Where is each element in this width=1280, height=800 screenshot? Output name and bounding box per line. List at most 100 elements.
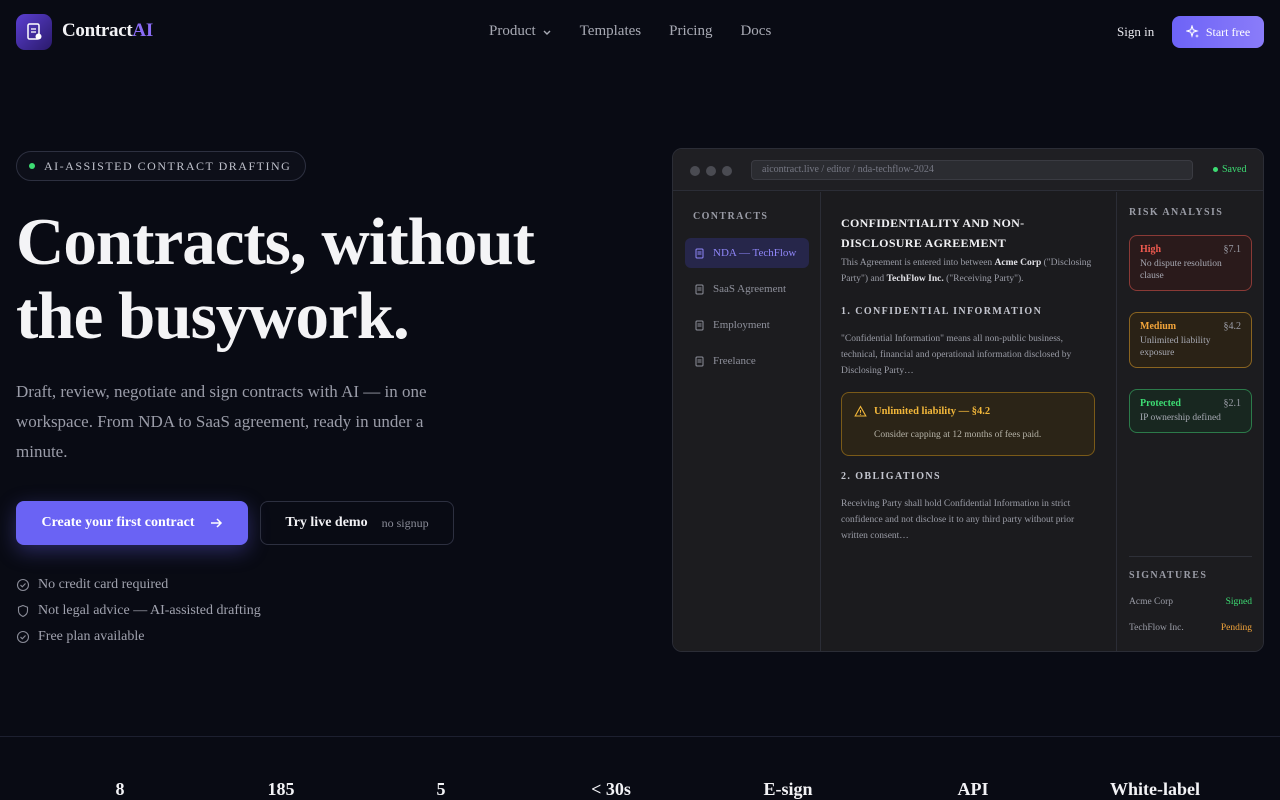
stat-value: White-label — [1110, 779, 1200, 799]
editor-preview-window: aicontract.live / editor / nda-techflow-… — [672, 148, 1264, 652]
main-nav: Product Templates Pricing Docs — [489, 23, 771, 40]
risk-heading: RISK ANALYSIS — [1129, 207, 1224, 218]
risk-section: §2.1 — [1223, 398, 1242, 409]
risk-section: §4.2 — [1223, 321, 1242, 332]
stat-value: < 30s — [591, 779, 631, 799]
party-name: Acme Corp — [994, 258, 1042, 268]
document-icon — [695, 320, 704, 330]
sidebar-item-nda[interactable]: NDA — TechFlow — [685, 238, 809, 268]
sidebar-item-freelance[interactable]: Freelance — [685, 346, 809, 376]
stat-value: 5 — [436, 779, 446, 799]
chevron-down-icon — [543, 30, 551, 35]
logo-icon[interactable] — [16, 14, 52, 50]
stat-value: E-sign — [763, 779, 813, 799]
saved-text: Saved — [1222, 164, 1247, 175]
signature-row: TechFlow Inc. Pending — [1129, 623, 1252, 633]
sparkle-icon — [1185, 25, 1199, 38]
signin-link[interactable]: Sign in — [1117, 24, 1154, 40]
risk-desc: No dispute resolution clause — [1140, 259, 1222, 281]
check-item: Free plan available — [16, 628, 261, 646]
window-dot — [706, 166, 716, 176]
check-item: No credit card required — [16, 576, 261, 594]
hero-subtitle: Draft, review, negotiate and sign contra… — [16, 382, 427, 461]
brand-name-text: Contract — [62, 20, 133, 41]
create-contract-button[interactable]: Create your first contract — [16, 501, 248, 545]
risk-level: Medium — [1140, 321, 1177, 332]
section-heading: 2. OBLIGATIONS — [841, 471, 941, 482]
document-icon — [695, 356, 704, 366]
window-titlebar: aicontract.live / editor / nda-techflow-… — [673, 149, 1263, 191]
hero-badge-text: AI-ASSISTED CONTRACT DRAFTING — [44, 158, 292, 173]
document-icon — [695, 248, 704, 258]
signature-party: Acme Corp — [1129, 597, 1174, 607]
stat-value: 185 — [267, 779, 295, 799]
address-bar[interactable]: aicontract.live / editor / nda-techflow-… — [751, 160, 1193, 180]
liability-warning[interactable]: Unlimited liability — §4.2 Consider capp… — [841, 392, 1095, 456]
risk-level: Protected — [1140, 398, 1181, 409]
brand-name[interactable]: ContractAI — [62, 20, 153, 42]
check-text: Free plan available — [38, 629, 145, 644]
warning-icon — [854, 405, 867, 417]
intro-text: This Agreement is entered into between — [841, 258, 995, 268]
sidebar-item-saas[interactable]: SaaS Agreement — [685, 274, 809, 304]
nav-templates[interactable]: Templates — [580, 23, 641, 40]
section-body: "Confidential Information" means all non… — [841, 334, 1072, 376]
shield-icon — [17, 604, 29, 618]
risk-card-medium[interactable]: Medium §4.2 Unlimited liability exposure — [1129, 312, 1252, 368]
risk-desc: Unlimited liability exposure — [1140, 336, 1211, 358]
check-text: No credit card required — [38, 577, 169, 592]
try-demo-label: Try live demo — [285, 515, 368, 530]
saved-status: Saved — [1213, 164, 1246, 175]
document-icon — [695, 284, 704, 294]
risk-card-protected[interactable]: Protected §2.1 IP ownership defined — [1129, 389, 1252, 433]
hero-headline: Contracts, without the busywork. — [16, 205, 636, 353]
hero-checks: No credit card required Not legal advice… — [16, 576, 261, 646]
warning-title-text: Unlimited liability — §4.2 — [874, 406, 991, 417]
brand-name-accent: AI — [132, 20, 153, 41]
risk-level: High — [1140, 244, 1162, 255]
check-circle-icon — [16, 578, 30, 592]
risk-panel: RISK ANALYSIS High §7.1 No dispute resolu… — [1116, 192, 1263, 651]
signature-row: Acme Corp Signed — [1129, 597, 1252, 607]
start-free-button[interactable]: Start free — [1172, 16, 1264, 48]
sidebar-item-label: Freelance — [713, 355, 756, 367]
warning-body: Consider capping at 12 months of fees pa… — [874, 430, 1042, 440]
hero-badge: AI-ASSISTED CONTRACT DRAFTING — [16, 151, 307, 181]
document-intro: This Agreement is entered into between A… — [841, 255, 1101, 287]
headline-line-2: the busywork. — [16, 279, 410, 353]
section-body: Receiving Party shall hold Confidential … — [841, 499, 1075, 541]
contracts-sidebar: CONTRACTS NDA — TechFlow SaaS Agreement … — [673, 192, 821, 651]
sidebar-item-label: Employment — [713, 319, 770, 331]
status-dot — [29, 163, 35, 169]
divider — [1129, 556, 1252, 557]
party-name: TechFlow Inc. — [886, 274, 944, 284]
sidebar-heading: CONTRACTS — [693, 211, 769, 222]
section-heading: 1. CONFIDENTIAL INFORMATION — [841, 306, 1043, 317]
nav-product-label: Product — [489, 23, 536, 39]
nav-product[interactable]: Product — [489, 23, 552, 40]
start-free-label: Start free — [1205, 24, 1251, 39]
warning-title: Unlimited liability — §4.2 — [854, 405, 990, 418]
sidebar-item-employment[interactable]: Employment — [685, 310, 809, 340]
intro-text: ("Receiving Party"). — [943, 274, 1024, 284]
risk-card-high[interactable]: High §7.1 No dispute resolution clause — [1129, 235, 1252, 291]
document-title: CONFIDENTIALITY AND NON-DISCLOSURE AGREE… — [841, 216, 1025, 250]
stat-value: API — [957, 779, 989, 799]
create-contract-label: Create your first contract — [41, 515, 195, 530]
check-text: Not legal advice — AI-assisted drafting — [38, 603, 261, 618]
check-item: Not legal advice — AI-assisted drafting — [16, 602, 261, 620]
sidebar-item-label: SaaS Agreement — [713, 283, 787, 295]
status-dot — [1213, 167, 1218, 172]
risk-section: §7.1 — [1223, 244, 1242, 255]
document-editor[interactable]: CONFIDENTIALITY AND NON-DISCLOSURE AGREE… — [822, 192, 1116, 651]
signature-status: Signed — [1225, 597, 1252, 607]
stat-value: 8 — [115, 779, 125, 799]
try-demo-button[interactable]: Try live demo no signup — [260, 501, 454, 545]
headline-line-1: Contracts, without — [16, 205, 535, 279]
signature-status: Pending — [1220, 623, 1252, 633]
nav-pricing[interactable]: Pricing — [669, 23, 712, 40]
nav-docs[interactable]: Docs — [740, 23, 771, 40]
arrow-right-icon — [210, 518, 222, 528]
try-demo-note: no signup — [381, 515, 429, 530]
signatures-heading: SIGNATURES — [1129, 570, 1208, 581]
